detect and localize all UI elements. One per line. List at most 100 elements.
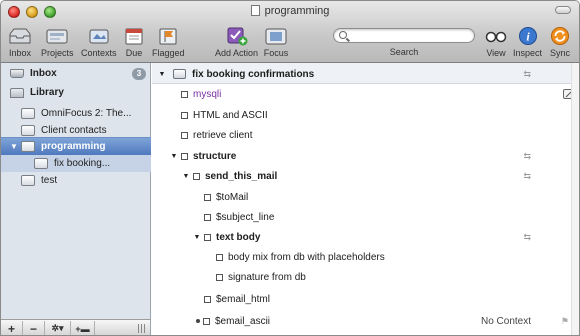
sidebar-bottom-bar: + − ✲▾ +▬ bbox=[1, 319, 151, 335]
sidebar-item-label: OmniFocus 2: The... bbox=[41, 108, 132, 119]
outline-view: ▼ fix booking confirmations ⇆ mysqli HTM… bbox=[152, 63, 579, 335]
outline-row-send-this-mail[interactable]: ▼ send_this_mail ⇆ bbox=[152, 166, 579, 186]
sidebar-item-library[interactable]: Library bbox=[1, 84, 151, 101]
sequential-icon: ⇆ bbox=[523, 150, 531, 161]
view-button[interactable]: View bbox=[483, 25, 509, 58]
row-label: signature from db bbox=[228, 271, 306, 283]
inbox-button[interactable]: Inbox bbox=[7, 25, 33, 58]
checkbox[interactable] bbox=[216, 253, 223, 261]
toolbar: programming Inbox Projects Contexts Due … bbox=[1, 1, 579, 63]
vertical-scrollbar[interactable] bbox=[571, 63, 579, 335]
sidebar-item-fix-booking[interactable]: fix booking... bbox=[1, 155, 151, 172]
projects-button[interactable]: Projects bbox=[41, 25, 74, 58]
contexts-icon bbox=[86, 25, 112, 47]
disclosure-triangle-icon[interactable]: ▼ bbox=[181, 173, 191, 180]
checkbox[interactable] bbox=[216, 273, 223, 281]
sidebar-item-label: programming bbox=[41, 141, 106, 152]
add-action-button[interactable]: Add Action bbox=[215, 25, 258, 58]
outline-row-body-mix[interactable]: body mix from db with placeholders bbox=[152, 247, 579, 267]
project-icon bbox=[173, 69, 186, 79]
remove-button[interactable]: − bbox=[23, 320, 45, 335]
sidebar-item-inbox[interactable]: Inbox 3 bbox=[1, 65, 151, 82]
flagged-button[interactable]: Flagged bbox=[152, 25, 185, 58]
toolbar-toggle-button[interactable] bbox=[555, 6, 571, 14]
checkbox[interactable] bbox=[203, 317, 210, 325]
sync-icon bbox=[547, 25, 573, 47]
outline-row-retrieve-client[interactable]: retrieve client bbox=[152, 125, 579, 145]
sidebar-item-programming[interactable]: ▼ programming bbox=[1, 137, 151, 155]
checkbox[interactable] bbox=[181, 90, 188, 98]
outline-row-subject-line[interactable]: $subject_line bbox=[152, 207, 579, 227]
flag-icon[interactable]: ⚑ bbox=[561, 316, 569, 327]
inbox-button-label: Inbox bbox=[8, 48, 32, 58]
resize-grip-icon[interactable] bbox=[138, 324, 146, 333]
outline-row-tomail[interactable]: $toMail bbox=[152, 187, 579, 207]
checkbox[interactable] bbox=[181, 111, 188, 119]
sidebar-item-label: Client contacts bbox=[41, 125, 107, 136]
outline-row-structure[interactable]: ▼ structure ⇆ bbox=[152, 146, 579, 166]
sidebar-item-label: Library bbox=[30, 87, 64, 98]
project-title: fix booking confirmations bbox=[192, 68, 315, 80]
outline-row-mysqli[interactable]: mysqli bbox=[152, 84, 579, 104]
row-label: $email_html bbox=[216, 293, 270, 305]
search-icon bbox=[339, 31, 347, 39]
checkbox[interactable] bbox=[204, 233, 211, 241]
outline-row-html-ascii[interactable]: HTML and ASCII bbox=[152, 105, 579, 125]
checkbox[interactable] bbox=[181, 131, 188, 139]
due-button-label: Due bbox=[125, 48, 143, 58]
focus-button[interactable]: Focus bbox=[263, 25, 289, 58]
outline-row-signature[interactable]: signature from db bbox=[152, 267, 579, 287]
disclosure-triangle-icon[interactable]: ▼ bbox=[192, 234, 202, 241]
window-title-text: programming bbox=[264, 5, 330, 17]
projects-icon bbox=[44, 25, 70, 47]
disclosure-triangle-icon[interactable]: ▼ bbox=[9, 142, 19, 151]
project-icon bbox=[21, 125, 35, 136]
row-label: structure bbox=[193, 150, 237, 162]
row-label: body mix from db with placeholders bbox=[228, 251, 385, 263]
disclosure-triangle-icon[interactable]: ▼ bbox=[157, 71, 167, 78]
bullet-icon bbox=[196, 319, 200, 323]
sidebar-item-label: Inbox bbox=[30, 68, 57, 79]
view-button-label: View bbox=[486, 48, 506, 58]
flag-icon bbox=[155, 25, 181, 47]
checkbox[interactable] bbox=[204, 193, 211, 201]
project-row[interactable]: ▼ fix booking confirmations ⇆ bbox=[152, 64, 579, 84]
row-label: send_this_mail bbox=[205, 170, 278, 182]
disclosure-triangle-icon[interactable]: ▼ bbox=[169, 153, 179, 160]
add-action-button-label: Add Action bbox=[215, 48, 259, 58]
checkbox[interactable] bbox=[181, 152, 188, 160]
project-icon bbox=[21, 175, 35, 186]
outline-row-email-html[interactable]: $email_html bbox=[152, 289, 579, 309]
gear-menu-button[interactable]: ✲▾ bbox=[45, 320, 71, 335]
add-folder-button[interactable]: +▬ bbox=[71, 320, 95, 335]
sidebar-item-omnifocus-2[interactable]: OmniFocus 2: The... bbox=[1, 105, 151, 122]
projects-button-label: Projects bbox=[41, 48, 74, 58]
inbox-tray-icon bbox=[10, 69, 24, 78]
checkbox[interactable] bbox=[193, 172, 200, 180]
contexts-button[interactable]: Contexts bbox=[81, 25, 117, 58]
focus-icon bbox=[263, 25, 289, 47]
project-icon bbox=[21, 141, 35, 152]
context-field[interactable]: No Context bbox=[481, 316, 531, 327]
app-window: programming Inbox Projects Contexts Due … bbox=[0, 0, 580, 336]
outline-row-text-body[interactable]: ▼ text body ⇆ bbox=[152, 227, 579, 247]
row-label: $toMail bbox=[216, 191, 249, 203]
inspect-button[interactable]: i Inspect bbox=[513, 25, 542, 58]
focus-button-label: Focus bbox=[263, 48, 289, 58]
outline-row-email-ascii[interactable]: $email_ascii No Context ⚑ bbox=[152, 311, 579, 331]
due-button[interactable]: Due bbox=[121, 25, 147, 58]
search-field[interactable] bbox=[333, 28, 475, 43]
inspect-button-label: Inspect bbox=[513, 48, 543, 58]
action-group-icon bbox=[34, 158, 48, 169]
sidebar-item-test[interactable]: test bbox=[1, 172, 151, 189]
sequential-icon: ⇆ bbox=[523, 68, 531, 79]
sync-button[interactable]: Sync bbox=[547, 25, 573, 58]
checkbox[interactable] bbox=[204, 213, 211, 221]
project-icon bbox=[21, 108, 35, 119]
row-label: HTML and ASCII bbox=[193, 109, 268, 121]
row-label: mysqli bbox=[193, 88, 222, 100]
add-button[interactable]: + bbox=[1, 320, 23, 335]
inbox-count-badge: 3 bbox=[132, 68, 146, 80]
checkbox[interactable] bbox=[204, 295, 211, 303]
flagged-button-label: Flagged bbox=[152, 48, 185, 58]
